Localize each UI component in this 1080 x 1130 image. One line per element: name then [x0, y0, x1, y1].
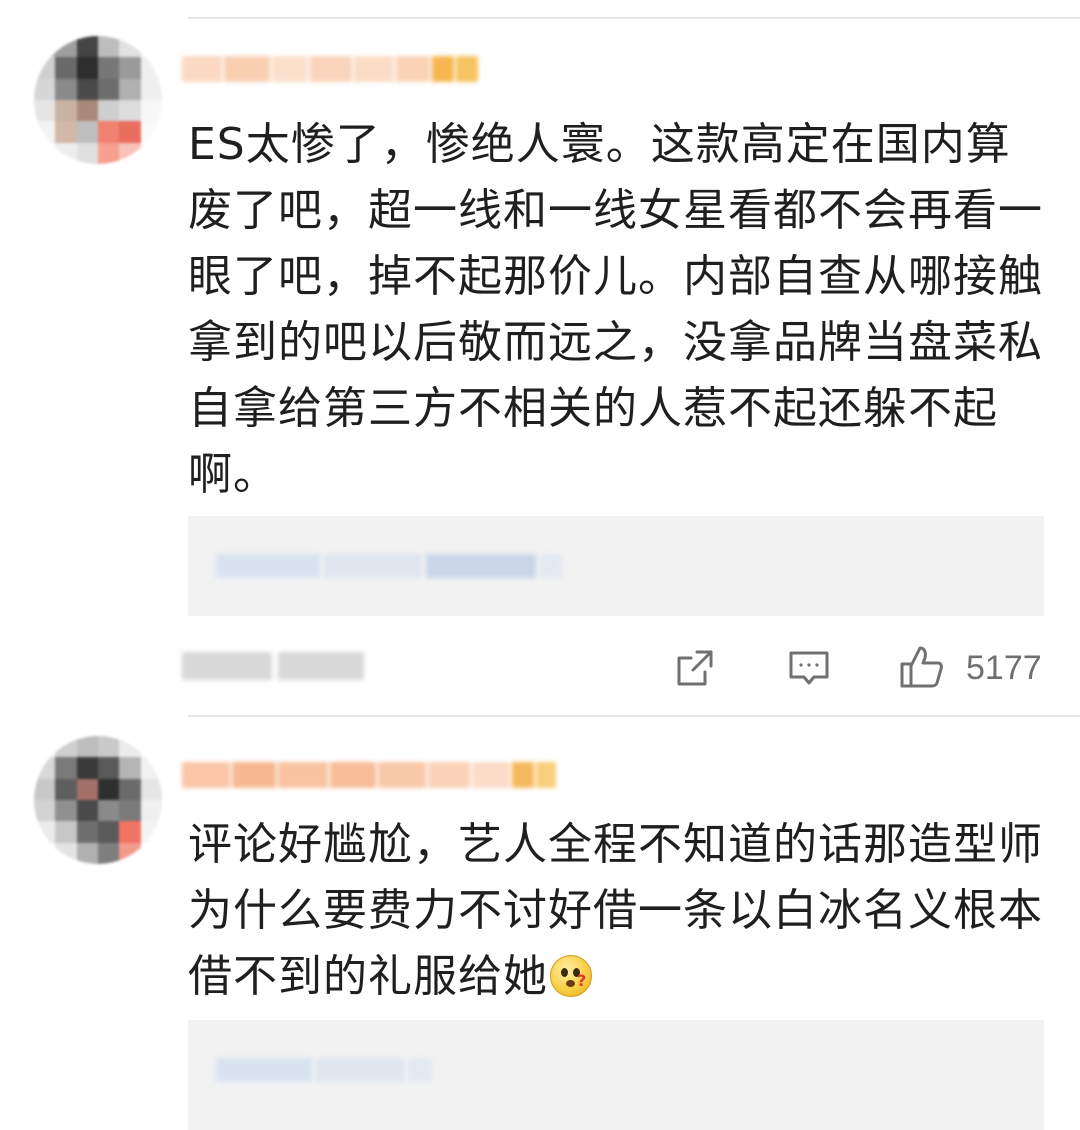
thinking-face-emoji-icon: ? [550, 955, 592, 997]
comment-text: ES太惨了，惨绝人寰。这款高定在国内算废了吧，超一线和一线女星看都不会再看一眼了… [188, 119, 1043, 500]
timestamp-blurred [182, 652, 370, 680]
reply-preview-blurred [216, 554, 566, 578]
comment-text-body: 评论好尴尬，艺人全程不知道的话那造型师为什么要费力不讨好借一条以白冰名义根本借不… [188, 819, 1043, 1002]
reply-preview[interactable] [188, 516, 1044, 616]
like-icon[interactable] [898, 644, 946, 692]
avatar[interactable] [34, 36, 162, 164]
comment-1: ES太惨了，惨绝人寰。这款高定在国内算废了吧，超一线和一线女星看都不会再看一眼了… [0, 0, 1080, 716]
comment-footer: 5177 [0, 638, 1080, 698]
comment-text: 评论好尴尬，艺人全程不知道的话那造型师为什么要费力不讨好借一条以白冰名义根本借不… [188, 812, 1050, 1010]
comment-icon[interactable] [787, 646, 831, 690]
reply-preview-blurred [216, 1058, 436, 1082]
like-count: 5177 [966, 649, 1042, 687]
username-blurred[interactable] [182, 752, 558, 798]
reply-preview[interactable] [188, 1020, 1044, 1130]
avatar[interactable] [34, 736, 162, 864]
share-icon[interactable] [673, 646, 717, 690]
username-blurred[interactable] [182, 46, 480, 92]
comment-2: 评论好尴尬，艺人全程不知道的话那造型师为什么要费力不讨好借一条以白冰名义根本借不… [0, 716, 1080, 1130]
